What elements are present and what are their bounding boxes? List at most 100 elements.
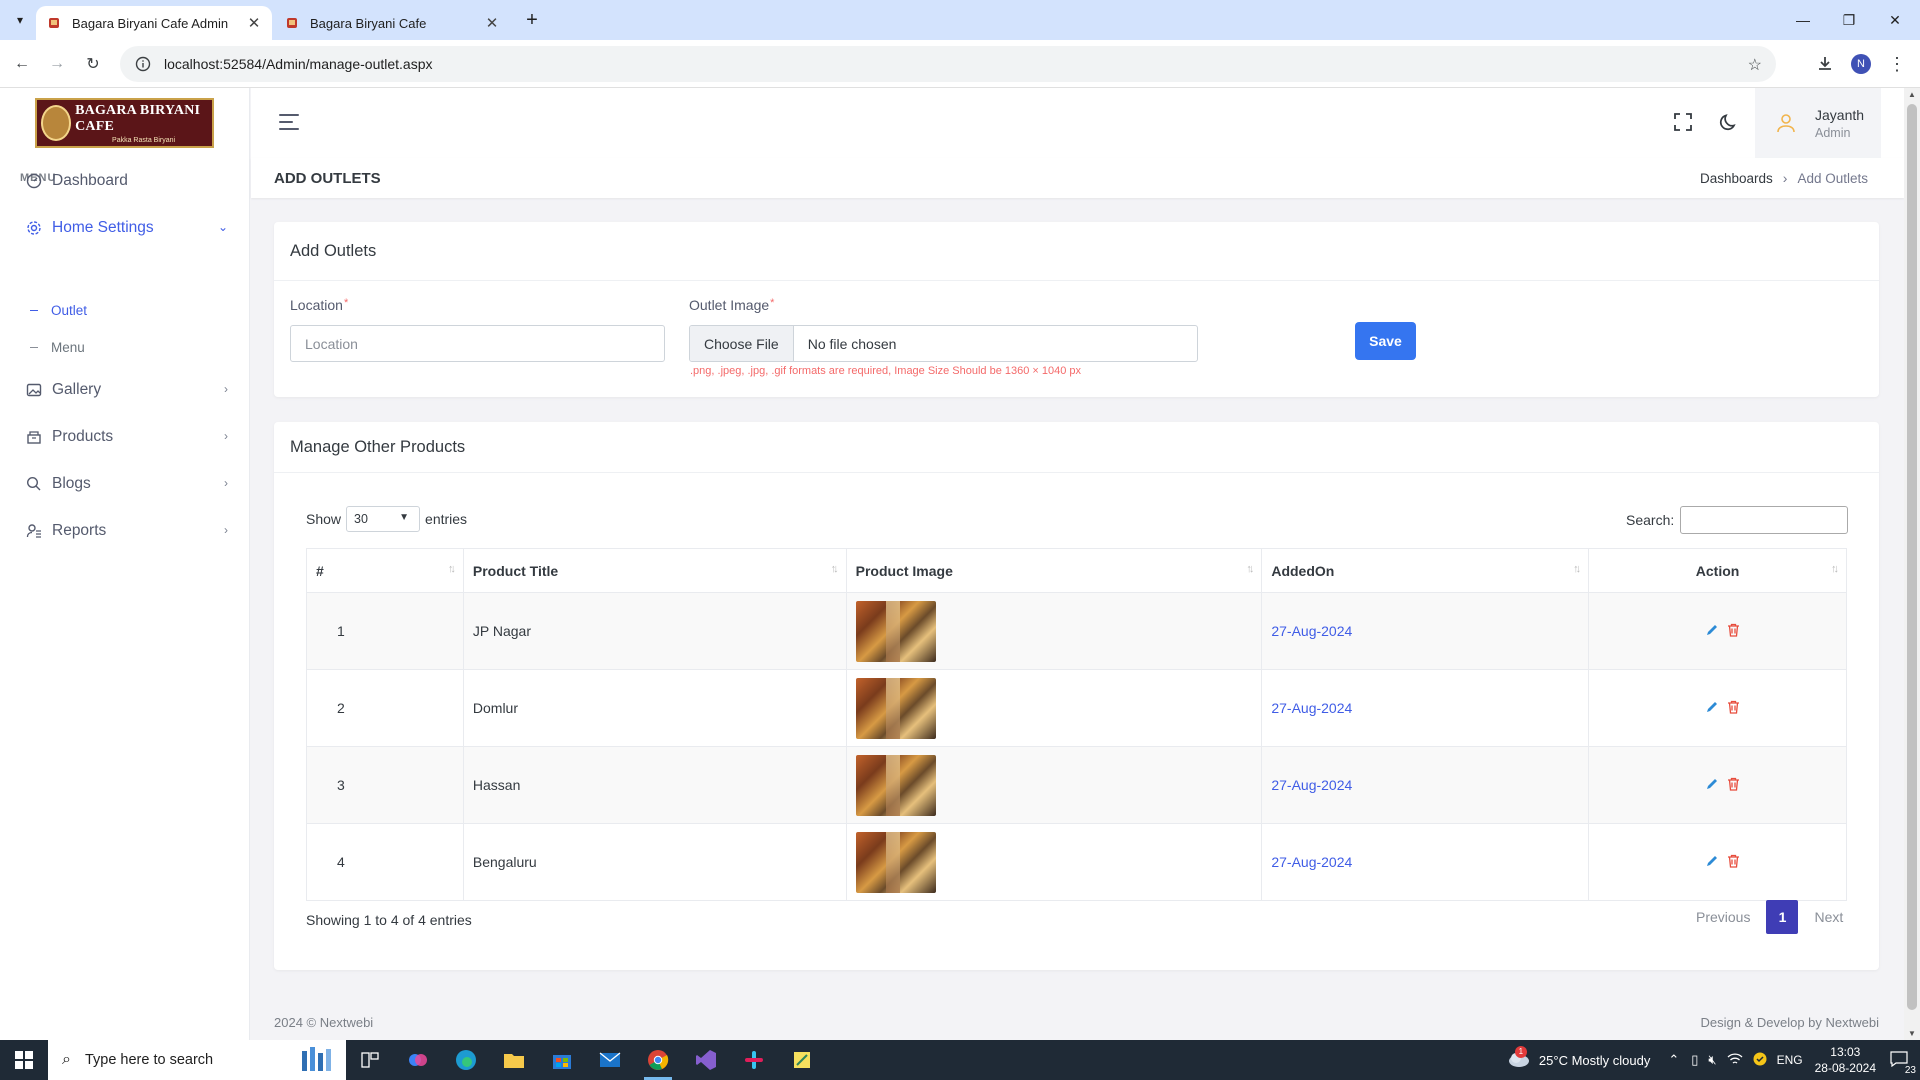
breadcrumb-dashboards[interactable]: Dashboards [1700, 171, 1773, 186]
taskbar-search-box[interactable]: ⌕ Type here to search [48, 1040, 346, 1080]
edge-browser-icon[interactable] [442, 1040, 490, 1080]
page-scrollbar[interactable]: ▲ ▼ [1904, 88, 1920, 1040]
entries-label: entries [425, 511, 468, 527]
new-tab-button[interactable]: + [520, 8, 544, 32]
chrome-icon[interactable] [634, 1040, 682, 1080]
column-header-product-image[interactable]: Product Image ↑↓ [845, 548, 1263, 593]
norton-shield-icon[interactable] [1753, 1052, 1767, 1069]
browser-tab-admin[interactable]: Bagara Biryani Cafe Admin ✕ [36, 6, 272, 40]
scrollbar-thumb[interactable] [1907, 104, 1917, 1010]
logo-line-2: Pakka Rasta Biryani [112, 136, 176, 144]
sidebar-subitem-menu[interactable]: Menu [30, 335, 85, 359]
slack-icon[interactable] [730, 1040, 778, 1080]
taskbar-clock[interactable]: 13:03 28-08-2024 [1815, 1044, 1876, 1076]
outlet-thumbnail-image[interactable] [855, 677, 936, 739]
volume-muted-icon[interactable]: 🔇︎ [1708, 1052, 1716, 1068]
sidebar-subitem-outlet[interactable]: Outlet [30, 298, 87, 322]
edit-pencil-icon[interactable] [1705, 700, 1719, 717]
fullscreen-icon[interactable] [1671, 110, 1695, 134]
previous-page-button[interactable]: Previous [1696, 909, 1750, 925]
column-header-number[interactable]: # ↑↓ [306, 548, 464, 593]
browser-tab-strip: ▾ Bagara Biryani Cafe Admin ✕ Bagara Bir… [0, 0, 1920, 40]
column-header-action[interactable]: Action ↑↓ [1588, 548, 1847, 593]
sidebar-item-dashboard[interactable]: Dashboard [0, 165, 250, 197]
sticky-notes-icon[interactable] [778, 1040, 826, 1080]
outlet-thumbnail-image[interactable] [855, 600, 936, 662]
close-tab-icon[interactable]: ✕ [246, 15, 262, 32]
profile-avatar[interactable]: N [1849, 52, 1873, 76]
search-highlight-icon [298, 1045, 338, 1075]
entries-select[interactable]: 30 ▼ [346, 506, 421, 532]
row-product-image-cell [845, 669, 1263, 747]
minimize-icon[interactable]: — [1780, 0, 1826, 40]
task-view-icon[interactable] [346, 1040, 394, 1080]
sidebar-item-reports[interactable]: Reports › [0, 515, 250, 547]
save-button[interactable]: Save [1355, 322, 1416, 360]
bookmark-star-icon[interactable]: ☆ [1748, 55, 1762, 75]
tray-device-icon[interactable]: ▯ [1691, 1052, 1698, 1068]
sidebar-item-products[interactable]: Products › [0, 421, 250, 453]
dark-mode-moon-icon[interactable] [1717, 110, 1741, 134]
sidebar-item-gallery[interactable]: Gallery › [0, 374, 250, 406]
sort-icon: ↑↓ [1831, 563, 1839, 575]
outlet-image-label-text: Outlet Image [689, 297, 770, 313]
sidebar-item-home-settings[interactable]: Home Settings ⌄ [0, 212, 250, 244]
visual-studio-icon[interactable] [682, 1040, 730, 1080]
browser-menu-icon[interactable]: ⋮ [1885, 52, 1909, 76]
brand-logo[interactable]: BAGARA BIRYANI CAFE Pakka Rasta Biryani [35, 98, 214, 148]
tray-chevron-up-icon[interactable]: ⌃ [1668, 1052, 1679, 1068]
forward-icon[interactable]: → [45, 52, 69, 76]
wifi-icon[interactable] [1727, 1052, 1743, 1069]
microsoft-store-icon[interactable] [538, 1040, 586, 1080]
copilot-icon[interactable] [394, 1040, 442, 1080]
image-icon [25, 381, 43, 399]
search-input[interactable] [1680, 506, 1849, 534]
outlet-thumbnail-image[interactable] [855, 831, 936, 893]
reload-icon[interactable]: ↻ [81, 52, 105, 76]
logo-emblem [41, 105, 72, 141]
column-header-product-title[interactable]: Product Title ↑↓ [462, 548, 847, 593]
language-indicator[interactable]: ENG [1777, 1053, 1803, 1067]
tab-search-dropdown-icon[interactable]: ▾ [8, 8, 32, 32]
close-tab-icon[interactable]: ✕ [484, 15, 500, 32]
delete-trash-icon[interactable] [1727, 700, 1740, 717]
windows-start-icon[interactable] [0, 1040, 48, 1080]
edit-pencil-icon[interactable] [1705, 777, 1719, 794]
products-icon [25, 428, 43, 446]
table-search: Search: [1626, 506, 1849, 534]
location-input[interactable]: Location [290, 325, 665, 362]
dash-icon [30, 309, 38, 311]
file-explorer-icon[interactable] [490, 1040, 538, 1080]
back-icon[interactable]: ← [10, 52, 34, 76]
chevron-right-icon: › [224, 382, 228, 396]
delete-trash-icon[interactable] [1727, 777, 1740, 794]
edit-pencil-icon[interactable] [1705, 854, 1719, 871]
breadcrumb-current: Add Outlets [1797, 170, 1868, 186]
sidebar-item-blogs[interactable]: Blogs › [0, 468, 250, 500]
scroll-down-icon[interactable]: ▼ [1908, 1029, 1916, 1038]
site-info-icon[interactable] [134, 55, 152, 73]
notification-center-icon[interactable]: 23 [1890, 1050, 1916, 1076]
row-product-image-cell [845, 746, 1263, 824]
address-bar[interactable]: localhost:52584/Admin/manage-outlet.aspx… [120, 46, 1776, 82]
delete-trash-icon[interactable] [1727, 623, 1740, 640]
row-number: 1 [306, 592, 464, 670]
outlet-image-file-input[interactable]: Choose File No file chosen [689, 325, 1198, 362]
restore-icon[interactable]: ❐ [1826, 0, 1872, 40]
outlet-thumbnail-image[interactable] [855, 754, 936, 816]
choose-file-button[interactable]: Choose File [690, 326, 794, 361]
delete-trash-icon[interactable] [1727, 854, 1740, 871]
column-header-added-on[interactable]: AddedOn ↑↓ [1261, 548, 1590, 593]
browser-tab-site[interactable]: Bagara Biryani Cafe ✕ [274, 6, 510, 40]
user-avatar-icon [1775, 112, 1797, 134]
close-window-icon[interactable]: ✕ [1872, 0, 1918, 40]
hamburger-menu-icon[interactable] [279, 114, 299, 130]
weather-widget[interactable]: 1 25°C Mostly cloudy [1507, 1045, 1650, 1071]
download-icon[interactable] [1813, 52, 1837, 76]
edit-pencil-icon[interactable] [1705, 623, 1719, 640]
next-page-button[interactable]: Next [1814, 909, 1843, 925]
user-menu[interactable]: Jayanth Admin [1755, 88, 1881, 158]
mail-icon[interactable] [586, 1040, 634, 1080]
page-1-button[interactable]: 1 [1766, 900, 1799, 934]
scroll-up-icon[interactable]: ▲ [1908, 90, 1916, 99]
